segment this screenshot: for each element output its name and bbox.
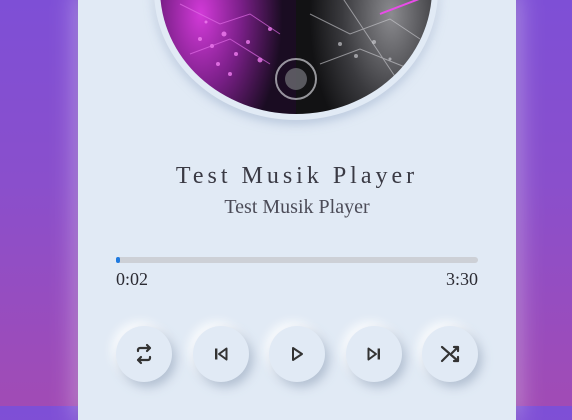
- previous-button[interactable]: [192, 326, 249, 382]
- repeat-icon: [132, 342, 156, 366]
- track-artist: Test Musik Player: [224, 196, 370, 218]
- track-title: Test Musik Player: [175, 163, 419, 189]
- album-art: [160, 0, 432, 114]
- shuffle-icon: [438, 342, 462, 366]
- skip-next-icon: [364, 344, 384, 364]
- playback-controls: [116, 326, 478, 382]
- current-time: 0:02: [116, 269, 149, 289]
- progress-fill: [116, 257, 120, 263]
- play-icon: [287, 344, 307, 364]
- shuffle-button[interactable]: [422, 326, 478, 382]
- next-button[interactable]: [345, 326, 402, 382]
- progress-bar[interactable]: [116, 257, 478, 263]
- track-duration: 3:30: [445, 269, 478, 289]
- player-card: Test Musik Player Test Musik Player 0:02…: [78, 0, 516, 420]
- skip-previous-icon: [211, 344, 231, 364]
- repeat-button[interactable]: [116, 326, 172, 382]
- play-button[interactable]: [269, 326, 325, 382]
- album-art-frame: [154, 0, 438, 120]
